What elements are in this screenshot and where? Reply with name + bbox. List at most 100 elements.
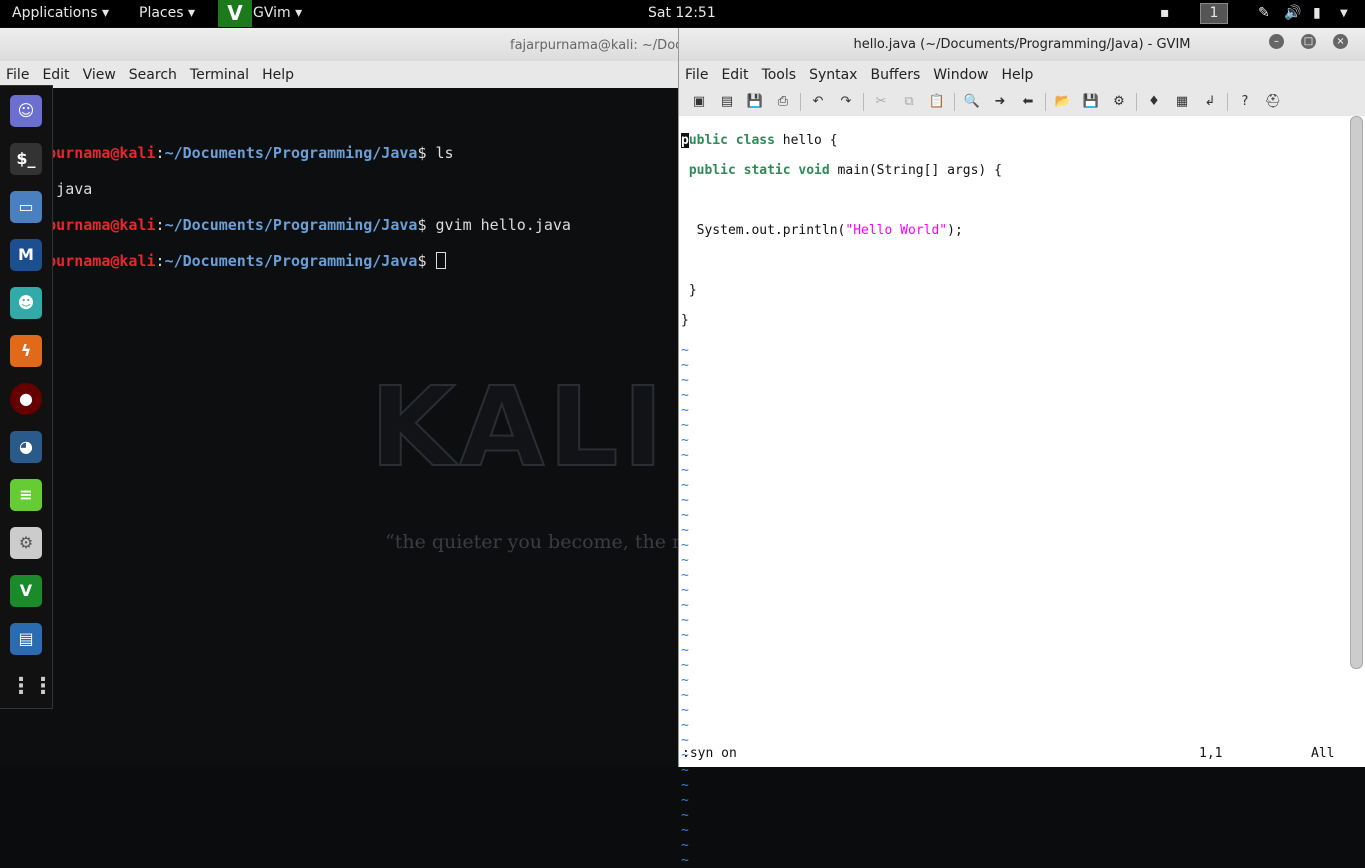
dock-files-icon[interactable]: ▭ xyxy=(10,191,42,223)
dock-maltego-icon[interactable]: ◕ xyxy=(10,431,42,463)
find-help-icon[interactable]: ⛑ xyxy=(1259,91,1287,113)
terminal-line: hello.java xyxy=(2,180,680,198)
top-panel: Applications ▾ Places ▾ V GVim ▾ Sat 12:… xyxy=(0,0,1365,27)
empty-line-tilde: ~ xyxy=(681,403,689,418)
terminal-menu-help[interactable]: Help xyxy=(262,67,294,88)
terminal-line: fajarpurnama@kali:~/Documents/Programmin… xyxy=(2,252,680,270)
empty-line-tilde: ~ xyxy=(681,583,689,598)
empty-line-tilde: ~ xyxy=(681,703,689,718)
undo-icon[interactable]: ↶ xyxy=(804,91,832,113)
empty-line-tilde: ~ xyxy=(681,538,689,553)
copy-icon[interactable]: ⧉ xyxy=(895,91,923,113)
paste-icon[interactable]: 📋 xyxy=(923,91,951,113)
terminal-window: fajarpurnama@kali: ~/Documents/Programmi… xyxy=(0,28,932,767)
workspace-indicator[interactable]: 1 xyxy=(1200,3,1228,24)
vertical-scrollbar[interactable] xyxy=(1350,116,1363,669)
command-line[interactable]: :syn on 1,1 All xyxy=(679,741,1365,767)
find-icon[interactable]: 🔍 xyxy=(958,91,986,113)
gvim-window: hello.java (~/Documents/Programming/Java… xyxy=(678,28,1365,868)
gvim-menu-tools[interactable]: Tools xyxy=(762,67,797,88)
empty-line-tilde: ~ xyxy=(681,463,689,478)
dock-metasploit-icon[interactable]: M xyxy=(10,239,42,271)
load-session-icon[interactable]: 📂 xyxy=(1049,91,1077,113)
empty-line-tilde: ~ xyxy=(681,343,689,358)
jump-tag-icon[interactable]: ↲ xyxy=(1196,91,1224,113)
save-as-icon[interactable]: ▤ xyxy=(713,91,741,113)
find-prev-icon[interactable]: ⬅ xyxy=(1014,91,1042,113)
terminal-line: fajarpurnama@kali:~/Documents/Programmin… xyxy=(2,216,571,234)
text-editor[interactable]: public class hello { public static void … xyxy=(679,116,1348,868)
empty-line-tilde: ~ xyxy=(681,418,689,433)
empty-line-tilde: ~ xyxy=(681,673,689,688)
show-applications-icon[interactable]: ⋮⋮ xyxy=(10,671,54,703)
close-icon[interactable]: × xyxy=(1333,34,1348,49)
dock-notes-icon[interactable]: ≡ xyxy=(10,479,42,511)
terminal-menubar: File Edit View Search Terminal Help xyxy=(0,61,680,88)
make-icon[interactable]: ♦ xyxy=(1140,91,1168,113)
empty-line-tilde: ~ xyxy=(681,508,689,523)
dock-writer-icon[interactable]: ▤ xyxy=(10,623,42,655)
app-menu[interactable]: GVim ▾ xyxy=(253,5,302,21)
video-icon[interactable]: ▪ xyxy=(1160,5,1170,21)
system-menu-chevron-icon[interactable]: ▼ xyxy=(1340,8,1348,19)
maximize-icon[interactable]: □ xyxy=(1301,34,1316,49)
kali-logo-wallpaper: KALI xyxy=(369,363,668,491)
gvim-menu-edit[interactable]: Edit xyxy=(721,67,748,88)
find-next-icon[interactable]: ➜ xyxy=(986,91,1014,113)
empty-line-tilde: ~ xyxy=(681,448,689,463)
volume-icon[interactable]: 🔊 xyxy=(1284,5,1301,21)
gvim-menu-syntax[interactable]: Syntax xyxy=(809,67,857,88)
empty-line-tilde: ~ xyxy=(681,493,689,508)
terminal-line: fajarpurnama@kali:~/Documents/Programmin… xyxy=(2,144,454,162)
clock[interactable]: Sat 12:51 xyxy=(648,5,716,21)
battery-icon[interactable]: ▮ xyxy=(1313,5,1321,21)
redo-icon[interactable]: ↷ xyxy=(832,91,860,113)
print-icon[interactable]: ⎙ xyxy=(769,91,797,113)
save-icon[interactable]: 💾 xyxy=(741,91,769,113)
empty-line-tilde: ~ xyxy=(681,613,689,628)
dock-burpsuite-icon[interactable]: ϟ xyxy=(10,335,42,367)
empty-line-tilde: ~ xyxy=(681,523,689,538)
empty-line-tilde: ~ xyxy=(681,598,689,613)
code-line: public class hello { xyxy=(681,133,838,148)
code-line: } xyxy=(681,283,697,298)
empty-line-tilde: ~ xyxy=(681,433,689,448)
terminal-title: fajarpurnama@kali: ~/Documents/Programmi… xyxy=(0,28,680,61)
open-icon[interactable]: ▣ xyxy=(685,91,713,113)
gvim-menu-buffers[interactable]: Buffers xyxy=(870,67,920,88)
dock-armitage-icon[interactable]: ☻ xyxy=(10,287,42,319)
gvim-menu-window[interactable]: Window xyxy=(933,67,988,88)
ctags-icon[interactable]: ▦ xyxy=(1168,91,1196,113)
cut-icon[interactable]: ✂ xyxy=(867,91,895,113)
empty-line-tilde: ~ xyxy=(681,808,689,823)
empty-line-tilde: ~ xyxy=(681,793,689,808)
empty-line-tilde: ~ xyxy=(681,553,689,568)
empty-line-tilde: ~ xyxy=(681,358,689,373)
terminal-output[interactable]: KALI “the quieter you become, the more y… xyxy=(0,88,932,767)
terminal-menu-view[interactable]: View xyxy=(83,67,116,88)
dock-terminal-icon[interactable]: $_ xyxy=(10,143,42,175)
places-menu[interactable]: Places ▾ xyxy=(139,5,195,21)
cursor-position: 1,1 xyxy=(1199,746,1223,761)
empty-line-tilde: ~ xyxy=(681,478,689,493)
dock-faraday-icon[interactable]: ● xyxy=(10,383,42,415)
help-icon[interactable]: ? xyxy=(1231,91,1259,113)
pen-icon[interactable]: ✎ xyxy=(1258,5,1270,21)
empty-line-tilde: ~ xyxy=(681,853,689,868)
empty-line-tilde: ~ xyxy=(681,568,689,583)
empty-line-tilde: ~ xyxy=(681,718,689,733)
gvim-title: hello.java (~/Documents/Programming/Java… xyxy=(679,28,1365,61)
save-session-icon[interactable]: 💾 xyxy=(1077,91,1105,113)
minimize-icon[interactable]: – xyxy=(1269,34,1284,49)
dock-app-icon[interactable]: ☺ xyxy=(10,95,42,127)
gvim-menu-help[interactable]: Help xyxy=(1001,67,1033,88)
terminal-menu-search[interactable]: Search xyxy=(129,67,177,88)
terminal-menu-terminal[interactable]: Terminal xyxy=(190,67,249,88)
applications-menu[interactable]: Applications ▾ xyxy=(12,5,109,21)
dock-settings-icon[interactable]: ⚙ xyxy=(10,527,42,559)
dock-gvim-icon[interactable]: V xyxy=(10,575,42,607)
gvim-menu-file[interactable]: File xyxy=(685,67,708,88)
terminal-cursor xyxy=(435,252,446,269)
run-script-icon[interactable]: ⚙ xyxy=(1105,91,1133,113)
